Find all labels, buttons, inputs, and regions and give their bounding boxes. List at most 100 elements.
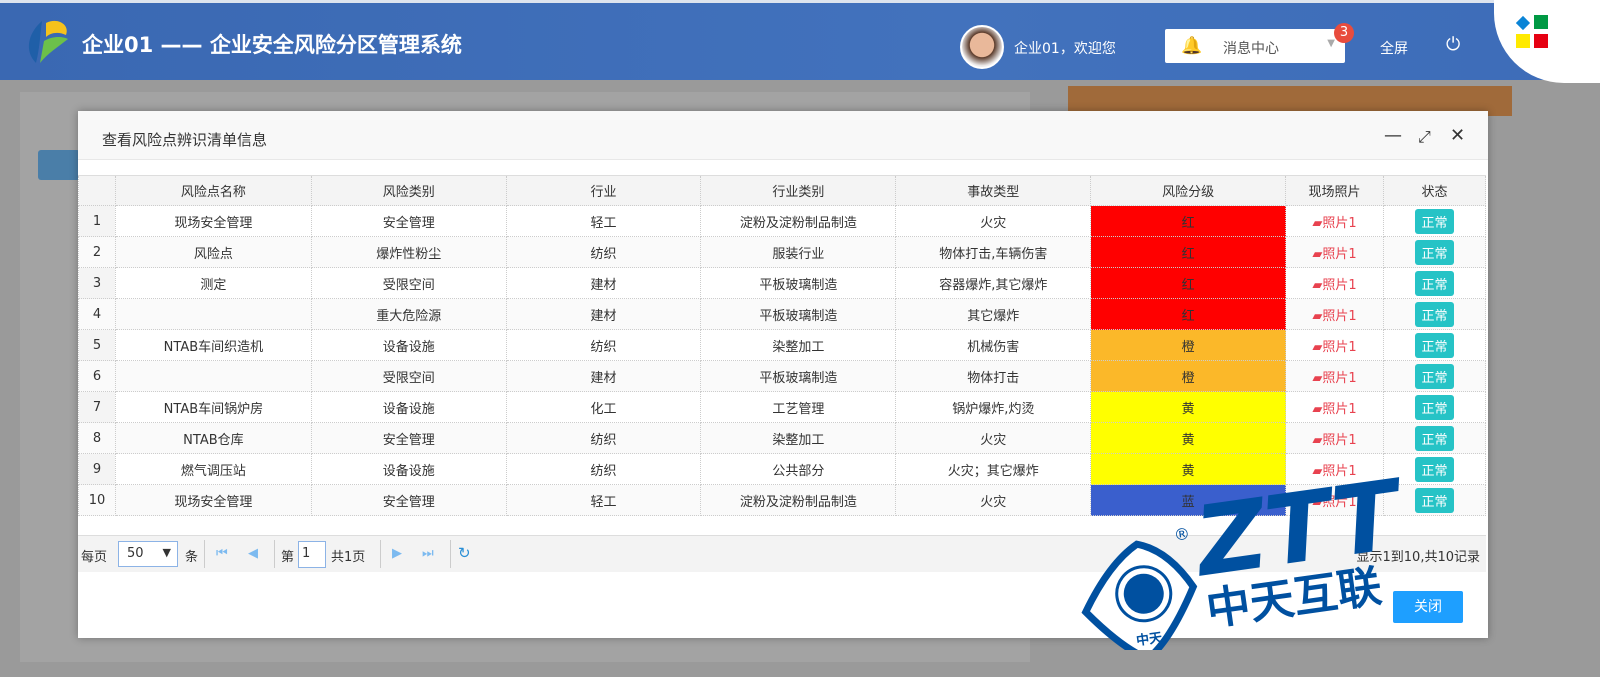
risk-table: 风险点名称 风险类别 行业 行业类别 事故类型 风险分级 现场照片 状态 1 现场安全管理 安全管… <box>78 175 1486 516</box>
app-title: 企业01 —— 企业安全风险分区管理系统 <box>82 33 462 57</box>
image-icon: ▰ <box>1312 215 1323 231</box>
status-badge[interactable]: 正常 <box>1415 487 1454 513</box>
column-header[interactable]: 现场照片 <box>1285 175 1384 206</box>
status-badge[interactable]: 正常 <box>1415 270 1454 296</box>
refresh-icon[interactable]: ↻ <box>458 544 471 562</box>
status-cell: 正常 <box>1383 329 1486 361</box>
table-row[interactable]: 4 重大危险源 建材 平板玻璃制造 其它爆炸红 ▰照片1 正常 <box>78 298 1486 330</box>
photo-label: 照片1 <box>1322 432 1357 448</box>
prev-page-icon[interactable]: ◀ <box>248 546 258 561</box>
first-page-icon[interactable]: ⏮ <box>216 546 228 561</box>
image-icon: ▰ <box>1312 246 1323 262</box>
photo-link[interactable]: ▰照片1 <box>1312 433 1356 448</box>
photo-link[interactable]: ▰照片1 <box>1312 371 1356 386</box>
risk-level-cell: 红 <box>1090 205 1287 237</box>
status-badge[interactable]: 正常 <box>1415 239 1454 265</box>
photo-link-cell: ▰照片1 <box>1285 205 1384 237</box>
ztt-watermark-logo: 中天 ® ZTT 中天互联 <box>1081 470 1412 650</box>
message-count-badge: 3 <box>1334 23 1354 43</box>
maximize-icon[interactable]: ⤢ <box>1418 127 1431 147</box>
status-badge[interactable]: 正常 <box>1415 208 1454 234</box>
photo-link[interactable]: ▰照片1 <box>1312 340 1356 355</box>
table-cell: 建材 <box>505 267 702 299</box>
minimize-icon[interactable]: — <box>1384 125 1402 146</box>
photo-link[interactable]: ▰照片1 <box>1312 402 1356 417</box>
table-cell: 设备设施 <box>310 329 507 361</box>
table-cell: 风险点 <box>114 236 312 268</box>
table-cell: 平板玻璃制造 <box>700 267 897 299</box>
table-row[interactable]: 6 受限空间 建材 平板玻璃制造 物体打击橙 ▰照片1 正常 <box>78 360 1486 392</box>
column-header[interactable]: 行业 <box>505 175 702 206</box>
photo-link[interactable]: ▰照片1 <box>1312 216 1356 231</box>
table-cell: 工艺管理 <box>700 391 897 423</box>
fullscreen-button[interactable]: 全屏 <box>1380 38 1408 58</box>
column-header[interactable]: 风险类别 <box>310 175 507 206</box>
table-cell: 平板玻璃制造 <box>700 360 897 392</box>
table-row[interactable]: 7 NTAB车间锅炉房 设备设施 化工 工艺管理 锅炉爆炸,灼烫黄 ▰照片1 正常 <box>78 391 1486 423</box>
message-center-dropdown[interactable]: 🔔 消息中心 ▼ <box>1165 29 1345 63</box>
column-header[interactable] <box>78 175 116 206</box>
row-number: 2 <box>78 236 116 268</box>
table-cell: 火灾 <box>895 205 1092 237</box>
per-page-select[interactable]: 50 ▼ <box>118 541 178 567</box>
column-header[interactable]: 风险分级 <box>1090 175 1287 206</box>
column-header[interactable]: 行业类别 <box>700 175 897 206</box>
table-row[interactable]: 1 现场安全管理 安全管理 轻工 淀粉及淀粉制品制造 火灾红 ▰照片1 正常 <box>78 205 1486 237</box>
photo-link[interactable]: ▰照片1 <box>1312 309 1356 324</box>
image-icon: ▰ <box>1312 339 1323 355</box>
table-cell: NTAB仓库 <box>114 422 312 454</box>
table-cell: 染整加工 <box>700 422 897 454</box>
table-cell: NTAB车间织造机 <box>114 329 312 361</box>
image-icon: ▰ <box>1312 370 1323 386</box>
status-badge[interactable]: 正常 <box>1415 332 1454 358</box>
table-cell <box>114 360 312 392</box>
photo-label: 照片1 <box>1322 339 1357 355</box>
risk-level-cell: 黄 <box>1090 391 1287 423</box>
table-row[interactable]: 8 NTAB仓库 安全管理 纺织 染整加工 火灾黄 ▰照片1 正常 <box>78 422 1486 454</box>
next-page-icon[interactable]: ▶ <box>392 546 402 561</box>
table-row[interactable]: 5 NTAB车间织造机 设备设施 纺织 染整加工 机械伤害橙 ▰照片1 正常 <box>78 329 1486 361</box>
column-header[interactable]: 风险点名称 <box>114 175 312 206</box>
row-number: 4 <box>78 298 116 330</box>
table-cell: 物体打击,车辆伤害 <box>895 236 1092 268</box>
last-page-icon[interactable]: ⏭ <box>422 546 434 561</box>
table-cell: 安全管理 <box>310 484 507 516</box>
app-grid-corner[interactable] <box>1494 0 1600 83</box>
per-page-label: 每页 <box>81 550 108 565</box>
status-badge[interactable]: 正常 <box>1415 363 1454 389</box>
chevron-down-icon: ▼ <box>162 546 171 559</box>
dialog-title: 查看风险点辨识清单信息 <box>78 111 1488 160</box>
close-icon[interactable]: ✕ <box>1450 125 1465 146</box>
status-badge[interactable]: 正常 <box>1415 301 1454 327</box>
table-cell: 容器爆炸,其它爆炸 <box>895 267 1092 299</box>
table-cell: 轻工 <box>505 484 702 516</box>
photo-link-cell: ▰照片1 <box>1285 236 1384 268</box>
photo-label: 照片1 <box>1322 277 1357 293</box>
row-number: 3 <box>78 267 116 299</box>
image-icon: ▰ <box>1312 308 1323 324</box>
status-badge[interactable]: 正常 <box>1415 425 1454 451</box>
per-page-unit: 条 <box>185 550 199 565</box>
row-number: 5 <box>78 329 116 361</box>
table-row[interactable]: 2 风险点 爆炸性粉尘 纺织 服装行业 物体打击,车辆伤害红 ▰照片1 正常 <box>78 236 1486 268</box>
photo-link[interactable]: ▰照片1 <box>1312 247 1356 262</box>
table-cell: 淀粉及淀粉制品制造 <box>700 484 897 516</box>
status-badge[interactable]: 正常 <box>1415 456 1454 482</box>
photo-link[interactable]: ▰照片1 <box>1312 278 1356 293</box>
table-cell: 锅炉爆炸,灼烫 <box>895 391 1092 423</box>
image-icon: ▰ <box>1312 432 1323 448</box>
status-badge[interactable]: 正常 <box>1415 394 1454 420</box>
column-header[interactable]: 状态 <box>1383 175 1486 206</box>
table-cell: 爆炸性粉尘 <box>310 236 507 268</box>
risk-level-cell: 红 <box>1090 298 1287 330</box>
table-cell: 染整加工 <box>700 329 897 361</box>
table-row[interactable]: 3 测定 受限空间 建材 平板玻璃制造 容器爆炸,其它爆炸红 ▰照片1 正常 <box>78 267 1486 299</box>
table-cell: 平板玻璃制造 <box>700 298 897 330</box>
photo-label: 照片1 <box>1322 401 1357 417</box>
avatar[interactable] <box>960 25 1004 69</box>
page-input[interactable]: 1 <box>298 541 326 568</box>
photo-link-cell: ▰照片1 <box>1285 391 1384 423</box>
column-header[interactable]: 事故类型 <box>895 175 1092 206</box>
power-icon[interactable]: ⏻ <box>1446 34 1460 55</box>
image-icon: ▰ <box>1312 401 1323 417</box>
